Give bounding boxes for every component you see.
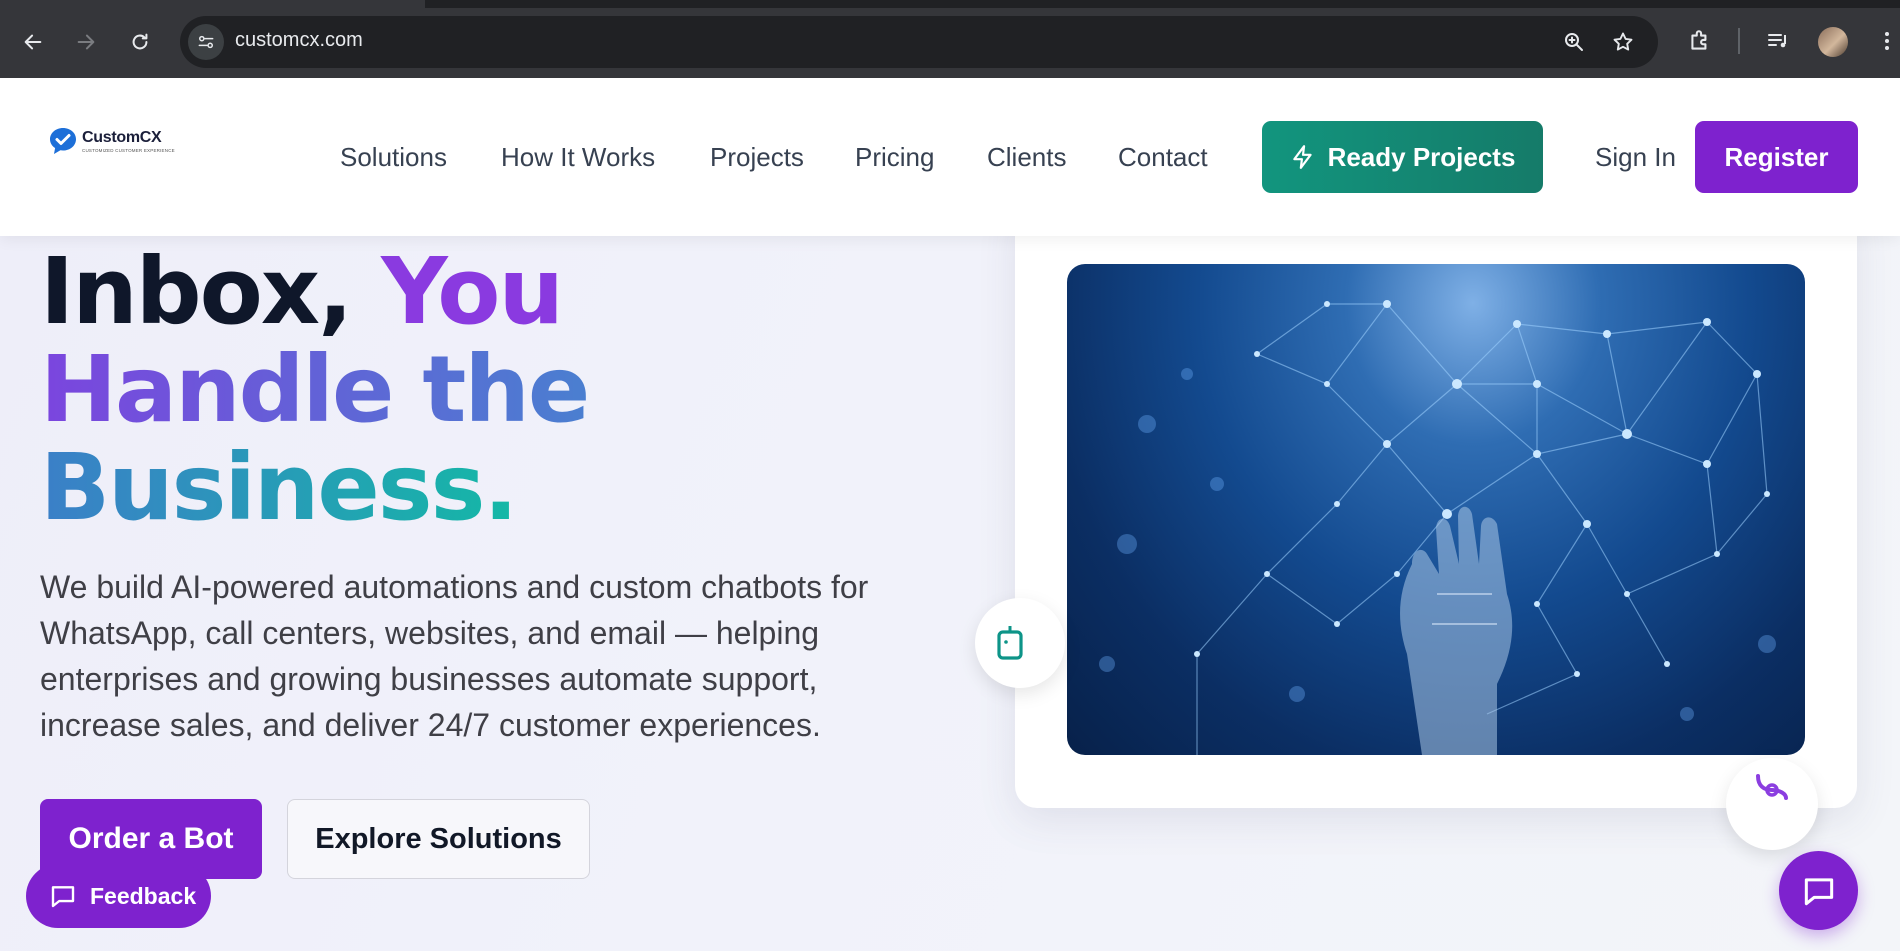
toolbar-divider [1738,28,1740,54]
logo[interactable]: CustomCX CUSTOMIZED CUSTOMER EXPERIENCE [48,126,175,156]
nav-projects[interactable]: Projects [710,142,804,173]
feedback-chat-icon [51,886,75,908]
menu-icon[interactable] [1870,24,1900,58]
feedback-button[interactable]: Feedback [26,864,211,928]
lightning-icon [1292,145,1312,169]
nav-solutions[interactable]: Solutions [340,142,447,173]
back-icon[interactable] [15,24,51,60]
nav-contact[interactable]: Contact [1118,142,1208,173]
sign-in-link[interactable]: Sign In [1595,142,1676,173]
bot-bubble [975,598,1065,688]
feedback-label: Feedback [90,882,197,909]
integration-bubble [1726,758,1818,850]
ready-projects-button[interactable]: Ready Projects [1262,121,1543,193]
site-info-icon[interactable] [188,24,224,60]
hero-title-line2: Handle the [40,336,590,443]
media-icon[interactable] [1761,24,1795,58]
tab-strip [0,0,1900,8]
star-icon[interactable] [1609,28,1637,56]
hero-description: We build AI-powered automations and cust… [40,569,869,743]
url-text[interactable]: customcx.com [235,29,363,52]
hero-title-part1: Inbox, [40,238,353,345]
page-viewport: CustomCX CUSTOMIZED CUSTOMER EXPERIENCE … [0,78,1900,951]
nav-pricing[interactable]: Pricing [855,142,934,173]
profile-avatar[interactable] [1818,27,1848,57]
logo-chat-check-icon [50,128,76,154]
hero-title: Inbox, You Handle the Business. [40,243,590,537]
hero-title-part2: You [381,238,564,345]
active-tab[interactable] [0,0,425,8]
address-bar[interactable]: customcx.com [180,16,1658,68]
ai-network-image [1067,264,1805,755]
logo-tagline: CUSTOMIZED CUSTOMER EXPERIENCE [82,148,175,153]
reload-icon[interactable] [122,24,158,60]
site-header: CustomCX CUSTOMIZED CUSTOMER EXPERIENCE … [0,78,1900,236]
chat-icon [1804,877,1833,905]
workflow-icon [1756,774,1788,800]
robot-icon [997,626,1023,660]
extensions-icon[interactable] [1683,24,1717,58]
forward-icon[interactable] [68,24,104,60]
zoom-icon[interactable] [1560,28,1588,56]
ready-projects-label: Ready Projects [1327,141,1516,172]
logo-name: CustomCX [82,129,162,146]
hero-title-line3: Business. [40,434,518,541]
chat-widget-button[interactable] [1779,851,1858,930]
nav-clients[interactable]: Clients [987,142,1066,173]
browser-toolbar: customcx.com [0,0,1900,78]
explore-solutions-button[interactable]: Explore Solutions [287,799,590,879]
nav-how-it-works[interactable]: How It Works [501,142,655,173]
register-button[interactable]: Register [1695,121,1858,193]
